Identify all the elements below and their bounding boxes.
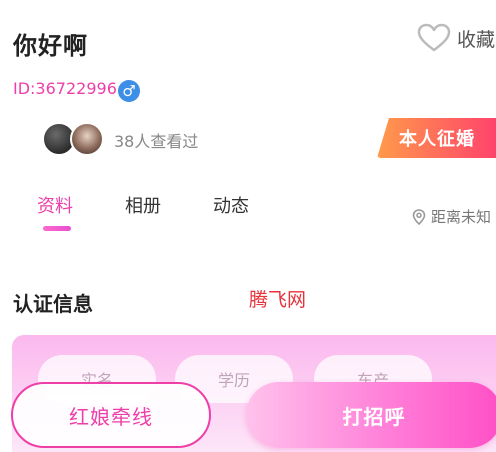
watermark: 腾飞网 [249, 289, 307, 311]
tab-album[interactable]: 相册 [125, 192, 161, 218]
avatar [70, 122, 104, 156]
section-title: 认证信息 [13, 292, 93, 316]
profile-tabs: 资料 相册 动态 [0, 192, 300, 232]
location-pin-icon [412, 208, 426, 225]
tab-info[interactable]: 资料 [37, 192, 73, 218]
marriage-badge[interactable]: 本人征婚 [377, 118, 496, 158]
distance-text: 距离未知 [431, 208, 492, 226]
viewer-avatars[interactable] [42, 122, 106, 156]
active-tab-indicator [43, 226, 71, 231]
tab-moments[interactable]: 动态 [213, 192, 249, 218]
user-id: ID:36722996 [13, 79, 117, 98]
favorite-button[interactable]: 收藏 [417, 23, 495, 53]
profile-name: 你好啊 [13, 32, 88, 60]
heart-outline-icon [417, 23, 451, 52]
greet-button[interactable]: 打招呼 [246, 382, 496, 448]
distance-info: 距离未知 [412, 206, 491, 227]
viewers-count[interactable]: 38人查看过 [114, 128, 198, 152]
matchmaker-button[interactable]: 红娘牵线 [11, 382, 211, 448]
male-icon: ♂ [118, 80, 140, 102]
favorite-label: 收藏 [457, 28, 496, 51]
